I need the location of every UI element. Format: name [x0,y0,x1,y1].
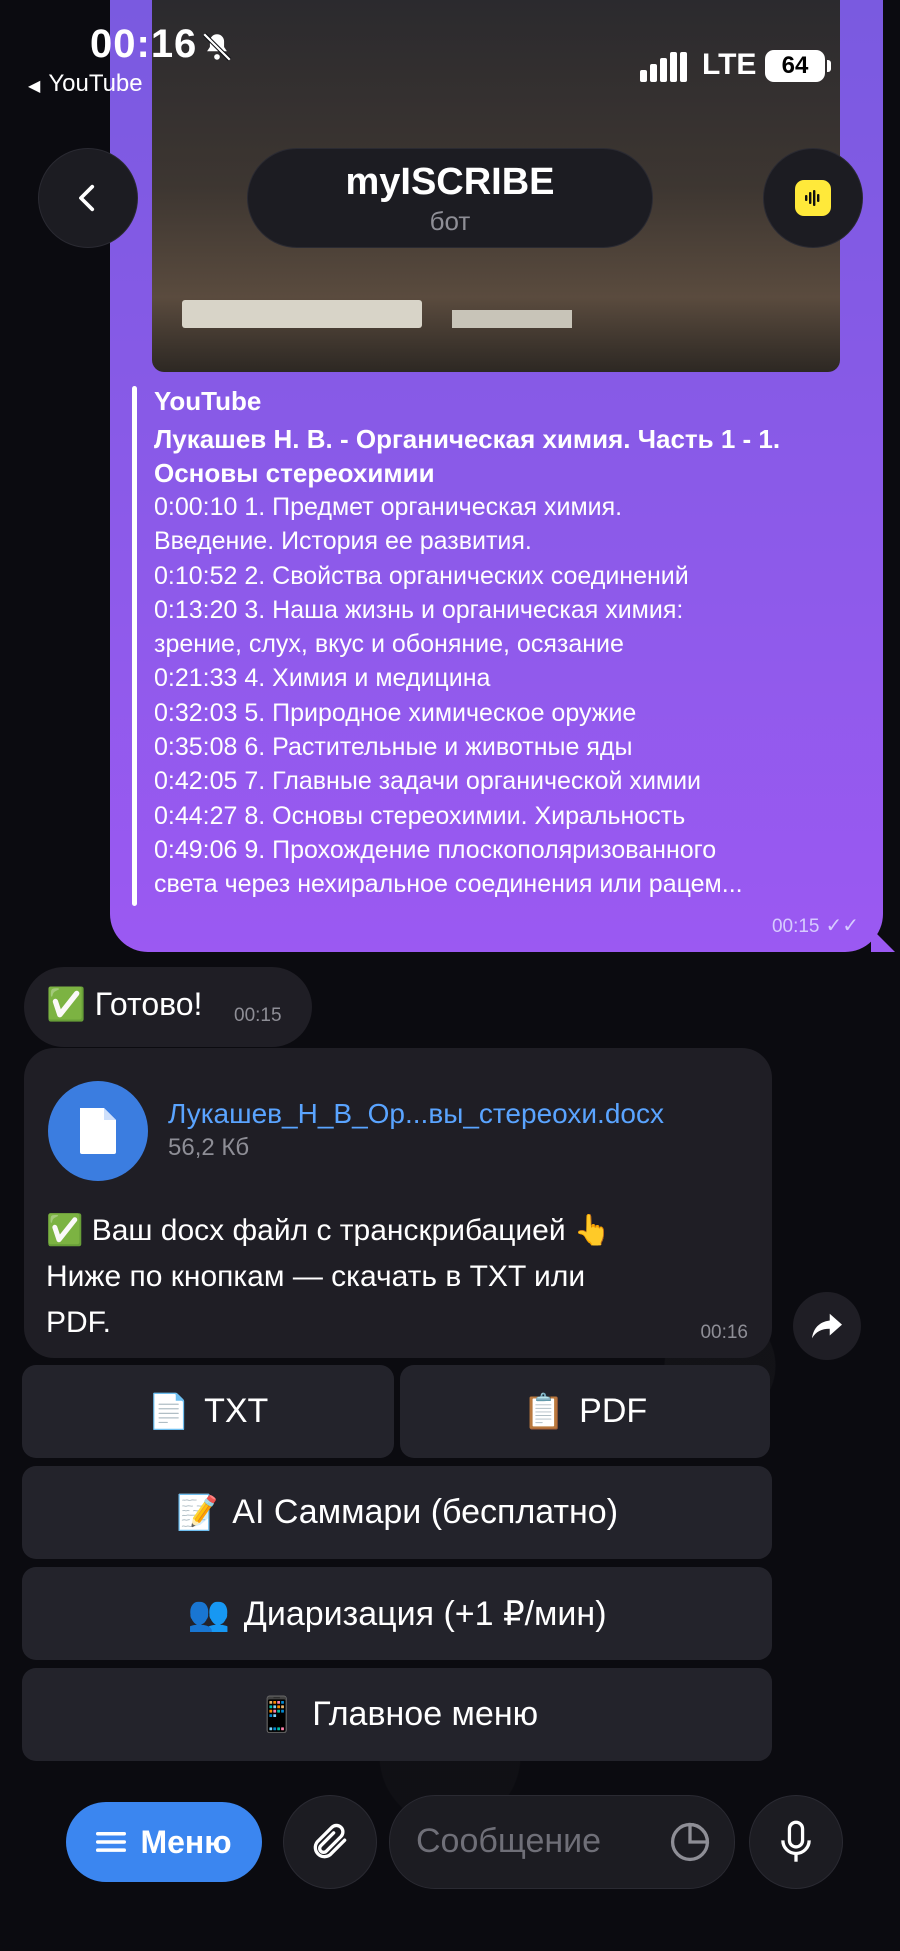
ai-summary-label: AI Саммари (бесплатно) [232,1493,619,1531]
message-time-label: 00:15 [771,916,820,937]
chat-title-pill[interactable]: myISCRIBE бот [247,148,653,248]
bot-menu-button[interactable]: Меню [66,1802,262,1882]
network-type: LTE [702,48,757,81]
pdf-download-button[interactable]: 📋 PDF [400,1365,770,1458]
main-menu-button[interactable]: 📱 Главное меню [22,1668,772,1761]
share-button[interactable] [793,1292,861,1360]
thumbnail-detail [452,310,572,328]
muted-bell-icon [202,32,232,62]
file-glyph-icon [80,1108,116,1154]
pdf-button-label: PDF [579,1392,648,1430]
chat-subtitle: бот [429,206,471,236]
back-triangle-icon: ◀ [28,78,41,95]
battery-indicator: 64 [765,50,831,82]
bot-avatar [795,180,831,216]
diarization-label: Диаризация (+1 ₽/мин) [243,1594,607,1633]
message-time: 00:15 [234,1005,282,1026]
sticker-icon[interactable] [668,1820,712,1864]
message-placeholder: Сообщение [416,1822,602,1860]
attach-button[interactable] [283,1795,377,1889]
file-name-link[interactable]: Лукашев_Н_В_Ор...вы_стереохи.docx [168,1098,664,1130]
chevron-left-icon [79,184,95,212]
incoming-file-message[interactable]: Лукашев_Н_В_Ор...вы_стереохи.docx 56,2 К… [24,1048,772,1358]
txt-download-button[interactable]: 📄 TXT [22,1365,394,1458]
read-checks-icon: ✓✓ [825,915,859,937]
memo-icon: 📝 [175,1493,219,1532]
signal-icon [640,52,687,82]
share-arrow-icon [812,1313,842,1339]
thumbnail-detail [182,300,422,328]
file-message-text: ✅ Ваш docx файл с транскрибацией 👆 Ниже … [46,1214,612,1339]
clipboard-icon: 📋 [522,1392,566,1431]
bot-avatar-button[interactable] [763,148,863,248]
link-preview-description: 0:00:10 1. Предмет органическая химия. В… [154,493,743,899]
message-input[interactable]: Сообщение [389,1795,735,1889]
status-bar: 00:16 ◀ YouTube LTE 64 [0,0,900,110]
waveform-icon [805,190,820,206]
link-preview-title[interactable]: Лукашев Н. В. - Органическая химия. Част… [154,422,834,490]
txt-button-label: TXT [204,1392,269,1430]
main-menu-label: Главное меню [312,1695,539,1733]
ready-text: ✅ Готово! [46,986,203,1022]
back-app-label: YouTube [48,70,143,97]
menu-label: Меню [140,1823,232,1860]
incoming-message-ready[interactable]: ✅ Готово! 00:15 [24,967,312,1047]
phone-icon: 📱 [255,1695,299,1734]
paperclip-icon [313,1823,347,1859]
status-time: 00:16 [90,22,198,66]
back-to-app-link[interactable]: ◀ YouTube [28,70,143,98]
file-size: 56,2 Кб [168,1134,250,1161]
diarization-button[interactable]: 👥 Диаризация (+1 ₽/мин) [22,1567,772,1660]
microphone-icon [781,1820,811,1862]
menu-burger-icon [96,1832,127,1852]
chat-title: myISCRIBE [345,161,555,203]
people-icon: 👥 [187,1594,230,1633]
message-time: 00:15 ✓✓ [772,913,859,938]
link-preview-bar [132,386,137,906]
page-icon: 📄 [147,1392,191,1431]
microphone-button[interactable] [749,1795,843,1889]
link-preview-site: YouTube [154,386,262,416]
document-icon[interactable] [48,1081,148,1181]
outgoing-message-bubble[interactable]: YouTube Лукашев Н. В. - Органическая хим… [110,0,895,952]
ai-summary-button[interactable]: 📝 AI Саммари (бесплатно) [22,1466,772,1559]
message-time: 00:16 [700,1322,748,1343]
back-button[interactable] [38,148,138,248]
